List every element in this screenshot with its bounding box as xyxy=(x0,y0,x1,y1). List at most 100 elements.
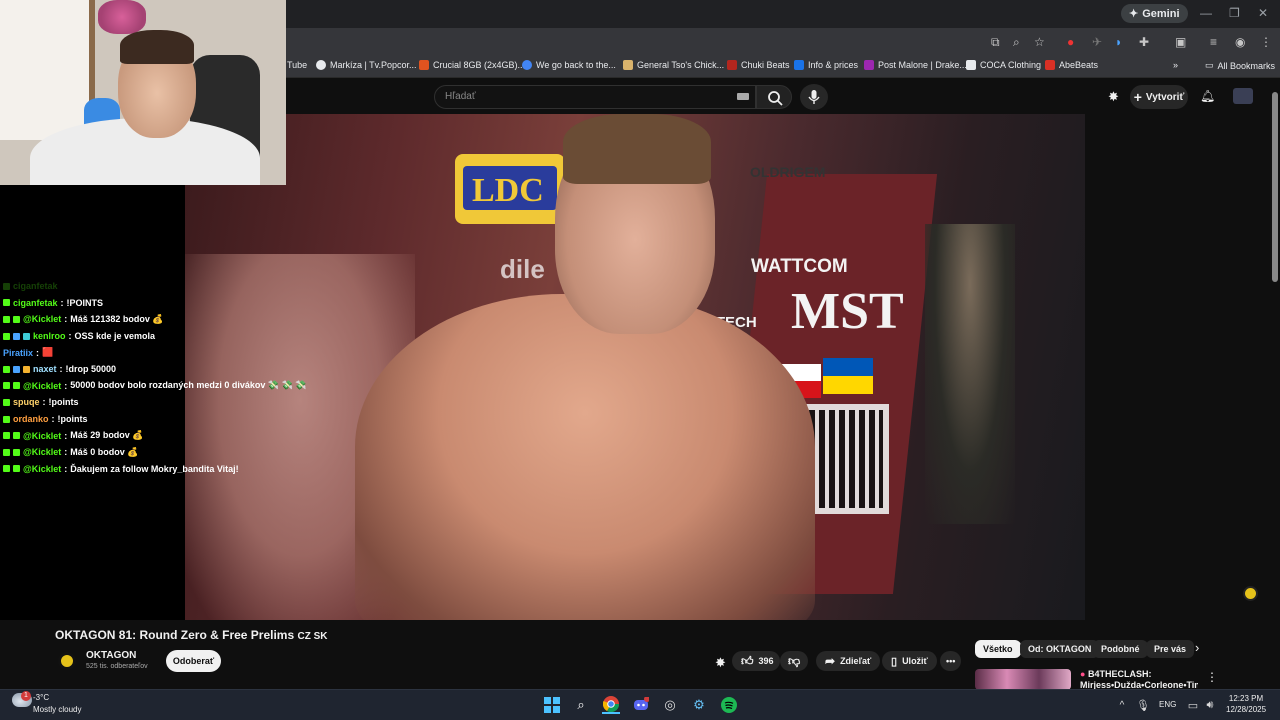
verified-badge-icon xyxy=(13,382,20,390)
chat-message: @Kicklet: Máš 0 bodov 💰 xyxy=(0,444,320,461)
network-icon[interactable]: ▭ xyxy=(1184,696,1202,714)
chip-related[interactable]: Podobné xyxy=(1093,640,1148,658)
bookmark-favicon-icon xyxy=(1045,60,1055,70)
gift-badge-icon xyxy=(23,365,30,373)
volume-icon[interactable]: 🔊︎ xyxy=(1201,696,1219,714)
bookmark-favicon-icon xyxy=(419,60,429,70)
subscriber-count: 525 tis. odberateľov xyxy=(86,663,148,670)
oktagon-logo-icon[interactable]: ✸ xyxy=(1108,89,1119,105)
gift-badge-icon xyxy=(23,332,30,340)
chrome-icon[interactable] xyxy=(602,696,620,714)
chat-message: @Kicklet:50000 bodov bolo rozdaných medz… xyxy=(0,378,320,395)
system-clock[interactable]: 12:23 PM 12/28/2025 xyxy=(1226,693,1266,715)
plush-toy xyxy=(98,0,146,34)
recommendation-thumbnail[interactable] xyxy=(975,669,1071,690)
bookmark-favicon-icon xyxy=(864,60,874,70)
bookmark-item[interactable]: COCA Clothing xyxy=(966,60,1041,70)
fighter-hair xyxy=(563,114,711,184)
verified-badge-icon xyxy=(13,432,20,440)
extension-icon[interactable]: ◗ xyxy=(1115,35,1122,49)
obs-icon[interactable]: ◎ xyxy=(661,696,679,714)
chip-all[interactable]: Všetko xyxy=(975,640,1021,658)
bookmark-favicon-icon xyxy=(794,60,804,70)
bookmark-item[interactable]: Markíza | Tv.Popcor... xyxy=(316,60,417,70)
bookmarks-overflow-button[interactable]: » xyxy=(1173,60,1178,70)
bookmark-item[interactable]: Crucial 8GB (2x4GB)... xyxy=(419,60,525,70)
steam-icon[interactable]: ⚙︎ xyxy=(690,696,708,714)
sponsor-text: LDC xyxy=(472,172,544,209)
video-player[interactable]: LDC dile WATTCOM MST GETTECH OLDRIGEM xyxy=(185,114,1085,620)
minimize-icon[interactable]: — xyxy=(1200,6,1212,20)
spotify-icon[interactable] xyxy=(720,696,738,714)
channel-name[interactable]: OKTAGON xyxy=(86,650,136,661)
chat-message: spuqe: !points xyxy=(0,394,320,411)
zoom-icon[interactable]: ⌕ xyxy=(1013,35,1020,50)
language-indicator[interactable]: ENG xyxy=(1159,700,1176,709)
dislike-button[interactable]: 👎︎ xyxy=(780,651,809,671)
extensions-puzzle-icon[interactable]: ✚ xyxy=(1139,35,1149,49)
plus-icon: + xyxy=(1133,89,1142,105)
oktagon-sponsor-icon[interactable]: ✸ xyxy=(715,655,726,671)
recommendation-title[interactable]: ● B4THECLASH: Mirjess•Dužda•Corleone•Tin… xyxy=(1080,669,1198,689)
page-scrollbar-thumb[interactable] xyxy=(1272,92,1278,282)
kick-badge-icon xyxy=(3,332,10,340)
bookmark-item[interactable]: AbeBeats xyxy=(1045,60,1098,70)
subscribe-button[interactable]: Odoberať xyxy=(166,650,221,672)
discord-icon[interactable] xyxy=(632,696,650,714)
weather-badge: 1 xyxy=(21,691,31,701)
bookmark-star-icon[interactable]: ☆ xyxy=(1034,35,1045,49)
bookmark-item[interactable]: Info & prices xyxy=(794,60,858,70)
chip-for-you[interactable]: Pre vás xyxy=(1146,640,1195,658)
search-button[interactable] xyxy=(756,85,792,109)
side-panel-icon[interactable]: ▣ xyxy=(1175,35,1186,49)
temperature[interactable]: -3°C xyxy=(33,693,49,702)
recommendation-menu-icon[interactable]: ⋮ xyxy=(1206,670,1218,684)
extension-icon[interactable]: ✈ xyxy=(1092,35,1102,49)
fighter-torso xyxy=(355,294,815,620)
kick-badge-icon xyxy=(3,415,10,423)
channel-watermark-icon[interactable] xyxy=(1243,586,1258,601)
thumbs-up-icon: 👍︎ xyxy=(741,653,754,668)
voice-search-button[interactable] xyxy=(800,84,828,110)
browser-menu-icon[interactable]: ⋮ xyxy=(1260,35,1272,49)
close-icon[interactable]: ✕ xyxy=(1258,6,1268,20)
search-input[interactable]: Hľadať xyxy=(434,85,756,109)
chevron-right-icon[interactable]: › xyxy=(1195,640,1199,655)
create-button[interactable]: + Vytvoriť xyxy=(1130,85,1188,109)
notifications-bell-icon[interactable]: 🔔︎ xyxy=(1200,89,1215,103)
thumbs-down-icon: 👎︎ xyxy=(788,653,801,668)
kick-badge-icon xyxy=(3,448,10,456)
gemini-label: Gemini xyxy=(1142,7,1180,20)
bookmark-item[interactable]: We go back to the... xyxy=(522,60,616,70)
extension-icon[interactable]: ● xyxy=(1067,35,1074,49)
save-button[interactable]: ▯ Uložiť xyxy=(882,651,937,671)
keyboard-icon[interactable] xyxy=(737,93,749,100)
profile-avatar-icon[interactable]: ◉ xyxy=(1235,35,1245,49)
search-icon[interactable]: ⌕ xyxy=(572,696,590,714)
microphone-tray-icon[interactable]: 🎙︎ xyxy=(1134,696,1152,714)
chip-from-channel[interactable]: Od: OKTAGON xyxy=(1020,640,1100,658)
verified-badge-icon xyxy=(13,315,20,323)
cast-icon[interactable]: ⧉ xyxy=(991,35,1000,50)
sub-badge-icon xyxy=(13,332,20,340)
tray-overflow-icon[interactable]: ^ xyxy=(1113,696,1131,714)
account-avatar[interactable] xyxy=(1233,88,1253,104)
bookmark-item[interactable]: Post Malone | Drake... xyxy=(864,60,967,70)
reading-list-icon[interactable]: ≡ xyxy=(1210,35,1217,49)
bookmark-item[interactable]: General Tso's Chick... xyxy=(623,60,724,70)
kick-badge-icon xyxy=(3,315,10,323)
like-button[interactable]: 👍︎ 396 xyxy=(732,651,780,671)
sponsor-text: dile xyxy=(500,254,545,284)
share-button[interactable]: ➦ Zdieľať xyxy=(816,651,881,671)
bookmark-item[interactable]: Chuki Beats xyxy=(727,60,790,70)
chat-overlay: ciganfetak ciganfetak: !POINTS @Kicklet: M… xyxy=(0,278,320,477)
restore-icon[interactable]: ❐ xyxy=(1229,6,1240,20)
all-bookmarks-button[interactable]: ▭ All Bookmarks xyxy=(1205,60,1275,71)
ukraine-flag xyxy=(823,358,873,394)
gemini-button[interactable]: ✦ Gemini xyxy=(1121,4,1188,23)
channel-avatar[interactable] xyxy=(58,652,76,670)
chat-message: Piratiix: 🟥 xyxy=(3,347,54,358)
windows-start-icon[interactable] xyxy=(543,696,561,714)
bookmark-item[interactable]: Tube xyxy=(287,60,307,70)
weather-condition[interactable]: Mostly cloudy xyxy=(33,705,81,714)
